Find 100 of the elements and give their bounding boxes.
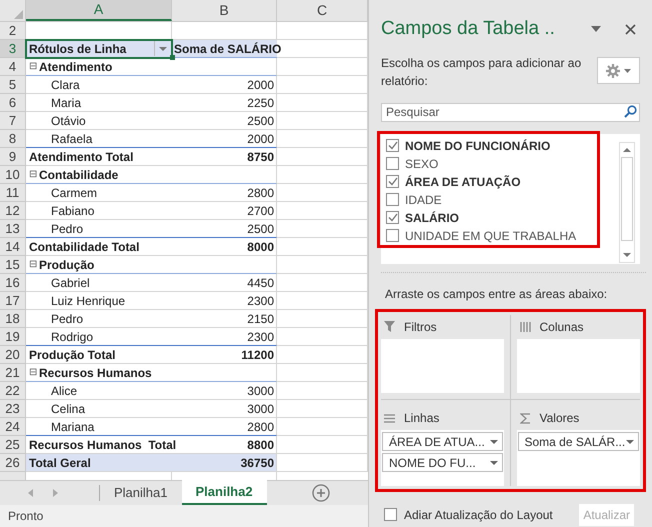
field-pill[interactable]: Soma de SALÁR... (518, 432, 639, 451)
row-number: 10 (0, 166, 26, 184)
row-number: 14 (0, 238, 26, 256)
row-number: 3 (0, 40, 26, 58)
rows-icon (384, 414, 395, 422)
table-cell: Fabiano (26, 202, 172, 220)
scroll-thumb[interactable] (621, 156, 633, 240)
checkbox[interactable] (386, 211, 399, 224)
area-title: Valores (540, 410, 580, 427)
row-number: 18 (0, 310, 26, 328)
drop-area[interactable]: Soma de SALÁR... (516, 430, 640, 486)
table-cell: Alice (26, 382, 172, 400)
collapse-toggle[interactable]: ⊟ (29, 257, 37, 272)
panel-title: Campos da Tabela .. (381, 16, 556, 41)
filter-icon (384, 321, 395, 332)
table-cell: 4450 (172, 274, 277, 292)
areas-hint: Arraste os campos entre as áreas abaixo: (384, 286, 608, 302)
group-label: Produção (39, 256, 94, 274)
caret-icon (490, 440, 498, 444)
checkbox[interactable] (384, 508, 397, 521)
table-cell: 2250 (172, 94, 277, 112)
row-number: 13 (0, 220, 26, 238)
table-cell: Pedro (26, 220, 172, 238)
caret-icon (490, 460, 498, 464)
scroll-left-icon[interactable] (28, 489, 33, 497)
checkbox[interactable] (386, 139, 399, 152)
scrollbar[interactable] (619, 142, 635, 262)
column-header[interactable]: B (172, 0, 277, 21)
field-pill[interactable]: NOME DO FU... (382, 453, 502, 472)
row-number: 26 (0, 454, 26, 472)
pivot-header-cell: Rótulos de Linha (26, 40, 172, 58)
row-number: 2 (0, 22, 26, 40)
checkbox[interactable] (386, 229, 399, 242)
row-number: 9 (0, 148, 26, 166)
table-cell: Clara (26, 76, 172, 94)
table-cell: 2300 (172, 292, 277, 310)
row-number: 23 (0, 400, 26, 418)
field-label: IDADE (405, 192, 442, 208)
table-cell: 2000 (172, 76, 277, 94)
group-label: Recursos Humanos (39, 364, 152, 382)
table-cell: 2300 (172, 328, 277, 346)
table-cell: Maria (26, 94, 172, 112)
table-cell: 2500 (172, 112, 277, 130)
table-cell: 2000 (172, 130, 277, 148)
caret-icon (626, 440, 634, 444)
column-header[interactable]: A (26, 0, 172, 21)
sheet-tab[interactable]: Planilha1 (100, 481, 182, 505)
dropdown-caret-icon[interactable] (591, 26, 601, 32)
scroll-right-icon[interactable] (53, 489, 58, 497)
table-cell: 11200 (172, 345, 277, 364)
table-cell: Otávio (26, 112, 172, 130)
sigma-icon (520, 412, 530, 424)
table-cell: Contabilidade Total (26, 237, 172, 256)
row-number: 17 (0, 292, 26, 310)
sheet-tab[interactable]: Planilha2 (182, 480, 267, 505)
table-cell: Luiz Henrique (26, 292, 172, 310)
group-label: Contabilidade (39, 166, 118, 184)
checkbox[interactable] (386, 193, 399, 206)
table-cell: 3000 (172, 400, 277, 418)
row-number: 8 (0, 130, 26, 148)
row-number: 19 (0, 328, 26, 346)
table-cell: 2800 (172, 418, 277, 436)
table-cell: 8750 (172, 147, 277, 166)
table-cell: Carmem (26, 184, 172, 202)
row-number: 15 (0, 256, 26, 274)
table-cell: Gabriel (26, 274, 172, 292)
drop-area[interactable]: ÁREA DE ATUA... NOME DO FU... (381, 430, 504, 486)
field-label: ÁREA DE ATUAÇÃO (405, 174, 521, 190)
area-title: Linhas (404, 410, 440, 427)
field-pill[interactable]: ÁREA DE ATUA... (382, 432, 502, 451)
table-cell: Total Geral (26, 454, 172, 472)
caret-icon (624, 68, 631, 72)
collapse-toggle[interactable]: ⊟ (29, 167, 37, 182)
table-cell: Produção Total (26, 345, 172, 364)
table-cell: Atendimento Total (26, 147, 172, 166)
search-field[interactable]: Pesquisar (381, 102, 640, 122)
group-label: Atendimento (39, 58, 112, 76)
row-number: 24 (0, 418, 26, 436)
row-number: 5 (0, 76, 26, 94)
field-label: SEXO (405, 156, 438, 172)
table-cell: Mariana (26, 418, 172, 436)
tools-button[interactable] (597, 57, 640, 84)
checkbox[interactable] (386, 157, 399, 170)
row-number: 25 (0, 436, 26, 454)
row-number: 22 (0, 382, 26, 400)
row-number: 4 (0, 58, 26, 76)
collapse-toggle[interactable]: ⊟ (29, 365, 37, 380)
table-cell: 3000 (172, 382, 277, 400)
checkbox-label: Adiar Atualização do Layout (404, 506, 554, 524)
collapse-toggle[interactable]: ⊟ (29, 59, 37, 74)
field-label: UNIDADE EM QUE TRABALHA (405, 228, 576, 244)
fill-handle[interactable] (170, 55, 175, 60)
close-icon[interactable] (625, 24, 636, 34)
search-icon (624, 105, 637, 118)
area-title: Filtros (404, 318, 437, 336)
checkbox[interactable] (386, 175, 399, 188)
row-number: 11 (0, 184, 26, 202)
area-title: Colunas (540, 318, 584, 336)
add-sheet-icon[interactable] (312, 484, 330, 502)
status-text: Pronto (8, 508, 44, 525)
